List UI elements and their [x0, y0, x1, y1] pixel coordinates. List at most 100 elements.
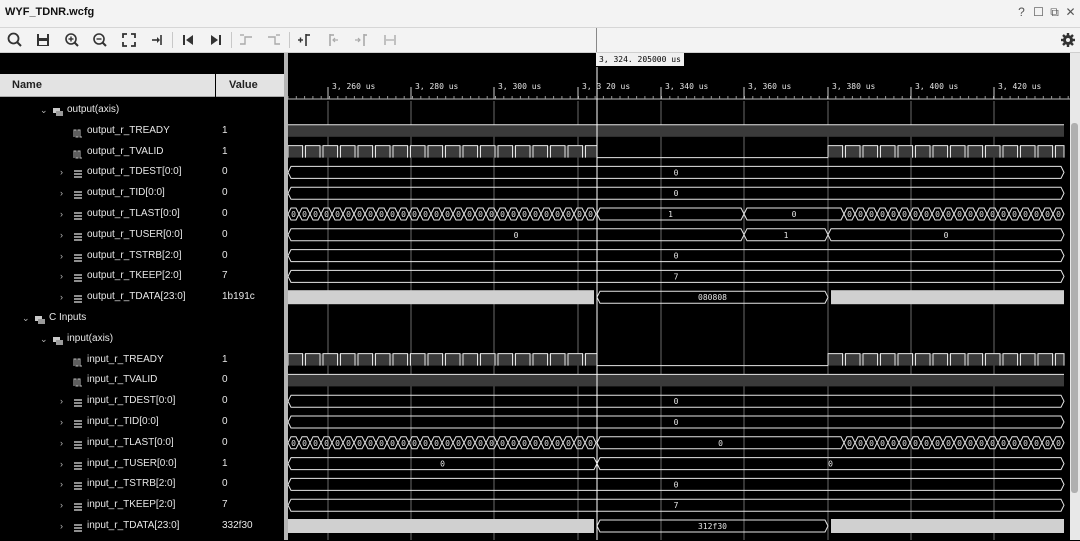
value-column-header[interactable]: Value — [216, 74, 284, 97]
go-to-start-icon[interactable] — [178, 30, 198, 50]
waveform-area[interactable]: 3, 260 us 3, 280 us 3, 300 us 3, 3 20 us 3, … — [288, 53, 1070, 540]
signal-row[interactable]: › output_r_TSTRB[2:0] — [0, 246, 215, 266]
signal-row[interactable]: › input_r_TKEEP[2:0] — [0, 495, 215, 515]
chevron-down-icon[interactable]: ⌄ — [22, 308, 30, 328]
bus-value-label: 0 — [1001, 210, 1006, 219]
bus-value-label: 0 — [291, 210, 296, 219]
vertical-scrollbar[interactable] — [1070, 53, 1080, 540]
chevron-right-icon[interactable]: › — [60, 391, 63, 411]
signal-name: input_r_TKEEP[2:0] — [87, 499, 176, 511]
detach-icon[interactable]: ⧉ — [1048, 6, 1061, 19]
chevron-right-icon[interactable]: › — [60, 287, 63, 307]
time-tick-label: 3, 400 us — [915, 82, 959, 91]
help-icon[interactable]: ? — [1015, 6, 1028, 19]
group-icon — [53, 105, 63, 116]
bus-value-label: 0 — [456, 439, 461, 448]
bus-signal-icon — [73, 438, 83, 449]
previous-marker-icon[interactable] — [323, 30, 343, 50]
signal-row[interactable]: › output_r_TID[0:0] — [0, 183, 215, 203]
bus-signal-icon — [73, 271, 83, 283]
chevron-right-icon[interactable]: › — [60, 516, 63, 536]
close-icon[interactable]: ✕ — [1064, 6, 1077, 19]
signal-row[interactable]: › input_r_TSTRB[2:0] — [0, 474, 215, 494]
save-icon[interactable] — [33, 30, 53, 50]
go-to-cursor-icon[interactable] — [148, 30, 168, 50]
search-icon[interactable] — [5, 30, 25, 50]
signal-row[interactable]: ⌄ input(axis) — [0, 329, 215, 349]
bus-data-fill — [831, 290, 1064, 305]
bus-value-label: 0 — [357, 210, 362, 219]
chevron-right-icon[interactable]: › — [60, 162, 63, 182]
group-icon — [53, 334, 63, 345]
chevron-right-icon[interactable]: › — [60, 183, 63, 203]
signal-row[interactable]: › output_r_TKEEP[2:0] — [0, 266, 215, 286]
bus-value-label: 0 — [924, 439, 929, 448]
signal-row[interactable]: › output_r_TDEST[0:0] — [0, 162, 215, 182]
bus-value-label: 0 — [1034, 439, 1039, 448]
vertical-scrollbar-thumb[interactable] — [1071, 123, 1078, 493]
previous-transition-icon[interactable] — [236, 30, 256, 50]
go-to-end-icon[interactable] — [206, 30, 226, 50]
bus-value-label: 0 — [533, 210, 538, 219]
chevron-right-icon[interactable]: › — [60, 204, 63, 224]
zoom-fit-icon[interactable] — [119, 30, 139, 50]
zoom-out-icon[interactable] — [90, 30, 110, 50]
signal-row[interactable]: › input_r_TUSER[0:0] — [0, 454, 215, 474]
chevron-right-icon[interactable]: › — [60, 433, 63, 453]
bus-value-label: 0 — [828, 460, 833, 469]
bus-value-label: 0 — [335, 439, 340, 448]
next-transition-icon[interactable] — [264, 30, 284, 50]
signal-row[interactable]: input_r_TVALID — [0, 370, 215, 390]
signal-name: output_r_TDEST[0:0] — [87, 166, 182, 178]
signal-row[interactable]: › input_r_TDATA[23:0] — [0, 516, 215, 536]
bus-value-label: 0 — [957, 210, 962, 219]
signal-name: input(axis) — [67, 332, 114, 344]
add-marker-icon[interactable] — [294, 30, 314, 50]
bus-value-label: 0 — [944, 231, 949, 240]
signal-name: output_r_TSTRB[2:0] — [87, 249, 182, 261]
cursor-time-label[interactable]: 3, 324. 205000 us — [596, 53, 684, 66]
bus-value-label: 0 — [990, 210, 995, 219]
chevron-down-icon[interactable]: ⌄ — [40, 100, 48, 120]
bus-value-label: 0 — [1045, 439, 1050, 448]
restore-icon[interactable]: ☐ — [1032, 6, 1045, 19]
next-marker-icon[interactable] — [351, 30, 371, 50]
signal-value: 1 — [222, 145, 228, 157]
chevron-right-icon[interactable]: › — [60, 266, 63, 286]
name-column-header[interactable]: Name — [0, 74, 215, 97]
chevron-right-icon[interactable]: › — [60, 454, 63, 474]
bus-value-label: 0 — [544, 210, 549, 219]
signal-row[interactable]: ⌄ C Inputs — [0, 308, 215, 328]
signal-value: 1 — [222, 457, 228, 469]
bus-value-label: 0 — [324, 439, 329, 448]
bus-value-label: 0 — [902, 439, 907, 448]
signal-row[interactable]: › input_r_TDEST[0:0] — [0, 391, 215, 411]
signal-row[interactable]: output_r_TREADY — [0, 121, 215, 141]
signal-row[interactable]: ⌄ output(axis) — [0, 100, 215, 120]
swap-cursors-icon[interactable] — [380, 30, 400, 50]
waveform-canvas[interactable]: 3, 260 us 3, 280 us 3, 300 us 3, 3 20 us 3, … — [288, 53, 1070, 540]
signal-row[interactable]: › output_r_TDATA[23:0] — [0, 287, 215, 307]
signal-row[interactable]: input_r_TREADY — [0, 350, 215, 370]
signal-row[interactable]: › output_r_TUSER[0:0] — [0, 225, 215, 245]
zoom-in-icon[interactable] — [62, 30, 82, 50]
signal-row[interactable]: output_r_TVALID — [0, 142, 215, 162]
chevron-right-icon[interactable]: › — [60, 474, 63, 494]
gear-icon[interactable] — [1058, 30, 1078, 50]
bus-value-label: 0 — [674, 397, 679, 406]
signal-row[interactable]: › output_r_TLAST[0:0] — [0, 204, 215, 224]
chevron-right-icon[interactable]: › — [60, 412, 63, 432]
bus-value-label: 1 — [784, 231, 789, 240]
bus-value-label: 0 — [291, 439, 296, 448]
signal-row[interactable]: › input_r_TLAST[0:0] — [0, 433, 215, 453]
bus-signal-icon — [73, 500, 83, 511]
bus-value-label: 0 — [514, 231, 519, 240]
chevron-right-icon[interactable]: › — [60, 246, 63, 266]
chevron-down-icon[interactable]: ⌄ — [40, 329, 48, 349]
signal-value: 0 — [222, 478, 228, 490]
bus-value-label: 0 — [302, 210, 307, 219]
bus-value-label: 0 — [379, 439, 384, 448]
chevron-right-icon[interactable]: › — [60, 225, 63, 245]
chevron-right-icon[interactable]: › — [60, 495, 63, 515]
signal-row[interactable]: › input_r_TID[0:0] — [0, 412, 215, 432]
